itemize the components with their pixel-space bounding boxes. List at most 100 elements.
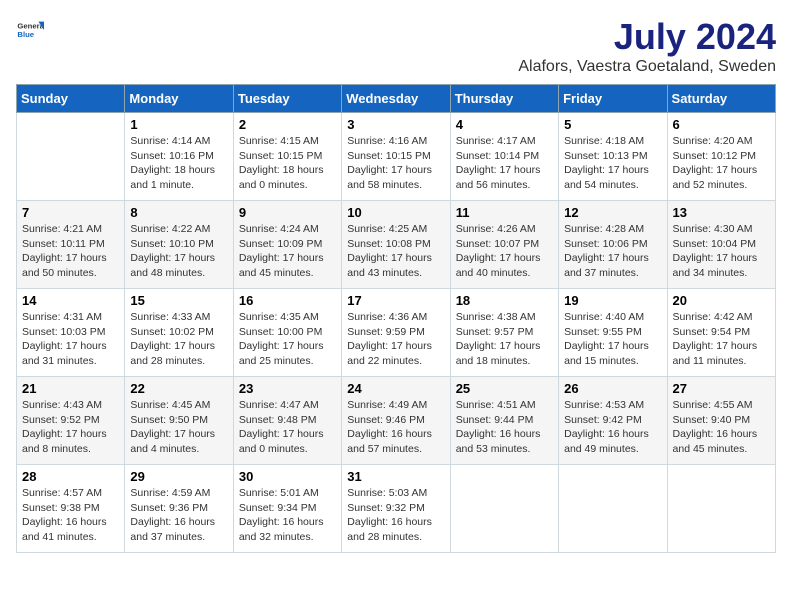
calendar-cell [450,465,558,553]
day-info: Sunrise: 4:59 AMSunset: 9:36 PMDaylight:… [130,486,227,545]
calendar-cell: 9 Sunrise: 4:24 AMSunset: 10:09 PMDayligh… [233,201,341,289]
calendar-cell: 7 Sunrise: 4:21 AMSunset: 10:11 PMDayligh… [17,201,125,289]
day-number: 24 [347,381,444,396]
day-number: 13 [673,205,770,220]
day-number: 31 [347,469,444,484]
day-info: Sunrise: 4:20 AMSunset: 10:12 PMDaylight… [673,134,770,193]
day-info: Sunrise: 4:40 AMSunset: 9:55 PMDaylight:… [564,310,661,369]
header-day-monday: Monday [125,85,233,113]
calendar-cell: 3 Sunrise: 4:16 AMSunset: 10:15 PMDayligh… [342,113,450,201]
calendar-cell: 30 Sunrise: 5:01 AMSunset: 9:34 PMDayligh… [233,465,341,553]
day-number: 1 [130,117,227,132]
day-number: 2 [239,117,336,132]
day-number: 15 [130,293,227,308]
day-number: 6 [673,117,770,132]
day-info: Sunrise: 4:47 AMSunset: 9:48 PMDaylight:… [239,398,336,457]
calendar-cell: 31 Sunrise: 5:03 AMSunset: 9:32 PMDayligh… [342,465,450,553]
day-info: Sunrise: 4:15 AMSunset: 10:15 PMDaylight… [239,134,336,193]
day-number: 28 [22,469,119,484]
calendar-header-row: SundayMondayTuesdayWednesdayThursdayFrid… [17,85,776,113]
calendar-cell: 14Sunrise: 4:31 AMSunset: 10:03 PMDaylig… [17,289,125,377]
page-header: General Blue July 2024 Alafors, Vaestra … [16,16,776,76]
day-info: Sunrise: 4:16 AMSunset: 10:15 PMDaylight… [347,134,444,193]
day-number: 4 [456,117,553,132]
calendar-cell: 29 Sunrise: 4:59 AMSunset: 9:36 PMDayligh… [125,465,233,553]
svg-text:Blue: Blue [17,30,34,39]
day-info: Sunrise: 4:24 AMSunset: 10:09 PMDaylight… [239,222,336,281]
day-info: Sunrise: 4:18 AMSunset: 10:13 PMDaylight… [564,134,661,193]
day-info: Sunrise: 4:17 AMSunset: 10:14 PMDaylight… [456,134,553,193]
header-day-wednesday: Wednesday [342,85,450,113]
day-number: 11 [456,205,553,220]
calendar-cell: 28 Sunrise: 4:57 AMSunset: 9:38 PMDayligh… [17,465,125,553]
header-day-thursday: Thursday [450,85,558,113]
week-row-5: 28 Sunrise: 4:57 AMSunset: 9:38 PMDayligh… [17,465,776,553]
day-number: 7 [22,205,119,220]
day-info: Sunrise: 5:03 AMSunset: 9:32 PMDaylight:… [347,486,444,545]
day-info: Sunrise: 4:57 AMSunset: 9:38 PMDaylight:… [22,486,119,545]
calendar-cell: 17Sunrise: 4:36 AMSunset: 9:59 PMDayligh… [342,289,450,377]
logo-icon: General Blue [16,16,44,44]
calendar-cell: 12 Sunrise: 4:28 AMSunset: 10:06 PMDaylig… [559,201,667,289]
day-info: Sunrise: 4:53 AMSunset: 9:42 PMDaylight:… [564,398,661,457]
day-info: Sunrise: 4:38 AMSunset: 9:57 PMDaylight:… [456,310,553,369]
calendar-cell: 6 Sunrise: 4:20 AMSunset: 10:12 PMDayligh… [667,113,775,201]
calendar-cell: 5 Sunrise: 4:18 AMSunset: 10:13 PMDayligh… [559,113,667,201]
calendar-cell: 10Sunrise: 4:25 AMSunset: 10:08 PMDaylig… [342,201,450,289]
calendar-cell: 13 Sunrise: 4:30 AMSunset: 10:04 PMDaylig… [667,201,775,289]
calendar-cell: 11 Sunrise: 4:26 AMSunset: 10:07 PMDaylig… [450,201,558,289]
day-number: 8 [130,205,227,220]
day-number: 29 [130,469,227,484]
week-row-2: 7 Sunrise: 4:21 AMSunset: 10:11 PMDayligh… [17,201,776,289]
day-info: Sunrise: 4:28 AMSunset: 10:06 PMDaylight… [564,222,661,281]
day-number: 17 [347,293,444,308]
title-block: July 2024 Alafors, Vaestra Goetaland, Sw… [518,16,776,76]
calendar-cell: 15 Sunrise: 4:33 AMSunset: 10:02 PMDaylig… [125,289,233,377]
day-number: 22 [130,381,227,396]
day-info: Sunrise: 4:33 AMSunset: 10:02 PMDaylight… [130,310,227,369]
calendar-cell: 26Sunrise: 4:53 AMSunset: 9:42 PMDayligh… [559,377,667,465]
calendar-cell: 22 Sunrise: 4:45 AMSunset: 9:50 PMDayligh… [125,377,233,465]
day-info: Sunrise: 4:14 AMSunset: 10:16 PMDaylight… [130,134,227,193]
day-number: 16 [239,293,336,308]
day-info: Sunrise: 4:55 AMSunset: 9:40 PMDaylight:… [673,398,770,457]
day-info: Sunrise: 4:43 AMSunset: 9:52 PMDaylight:… [22,398,119,457]
calendar-cell: 27Sunrise: 4:55 AMSunset: 9:40 PMDayligh… [667,377,775,465]
day-info: Sunrise: 4:45 AMSunset: 9:50 PMDaylight:… [130,398,227,457]
day-number: 5 [564,117,661,132]
day-number: 19 [564,293,661,308]
calendar-table: SundayMondayTuesdayWednesdayThursdayFrid… [16,84,776,553]
calendar-cell: 8Sunrise: 4:22 AMSunset: 10:10 PMDayligh… [125,201,233,289]
day-number: 25 [456,381,553,396]
logo: General Blue [16,16,44,44]
calendar-cell [667,465,775,553]
day-number: 30 [239,469,336,484]
week-row-3: 14Sunrise: 4:31 AMSunset: 10:03 PMDaylig… [17,289,776,377]
day-number: 18 [456,293,553,308]
calendar-cell: 24Sunrise: 4:49 AMSunset: 9:46 PMDayligh… [342,377,450,465]
calendar-cell: 16 Sunrise: 4:35 AMSunset: 10:00 PMDaylig… [233,289,341,377]
header-day-tuesday: Tuesday [233,85,341,113]
calendar-cell [17,113,125,201]
day-number: 12 [564,205,661,220]
day-number: 9 [239,205,336,220]
day-info: Sunrise: 4:25 AMSunset: 10:08 PMDaylight… [347,222,444,281]
calendar-cell: 21Sunrise: 4:43 AMSunset: 9:52 PMDayligh… [17,377,125,465]
calendar-cell: 18 Sunrise: 4:38 AMSunset: 9:57 PMDayligh… [450,289,558,377]
calendar-cell: 20Sunrise: 4:42 AMSunset: 9:54 PMDayligh… [667,289,775,377]
calendar-cell [559,465,667,553]
day-number: 3 [347,117,444,132]
header-day-sunday: Sunday [17,85,125,113]
calendar-cell: 19 Sunrise: 4:40 AMSunset: 9:55 PMDayligh… [559,289,667,377]
day-info: Sunrise: 5:01 AMSunset: 9:34 PMDaylight:… [239,486,336,545]
calendar-cell: 4 Sunrise: 4:17 AMSunset: 10:14 PMDayligh… [450,113,558,201]
calendar-cell: 2 Sunrise: 4:15 AMSunset: 10:15 PMDayligh… [233,113,341,201]
month-title: July 2024 [518,16,776,58]
day-info: Sunrise: 4:35 AMSunset: 10:00 PMDaylight… [239,310,336,369]
week-row-4: 21Sunrise: 4:43 AMSunset: 9:52 PMDayligh… [17,377,776,465]
day-info: Sunrise: 4:30 AMSunset: 10:04 PMDaylight… [673,222,770,281]
day-info: Sunrise: 4:21 AMSunset: 10:11 PMDaylight… [22,222,119,281]
header-day-friday: Friday [559,85,667,113]
day-number: 14 [22,293,119,308]
day-info: Sunrise: 4:26 AMSunset: 10:07 PMDaylight… [456,222,553,281]
